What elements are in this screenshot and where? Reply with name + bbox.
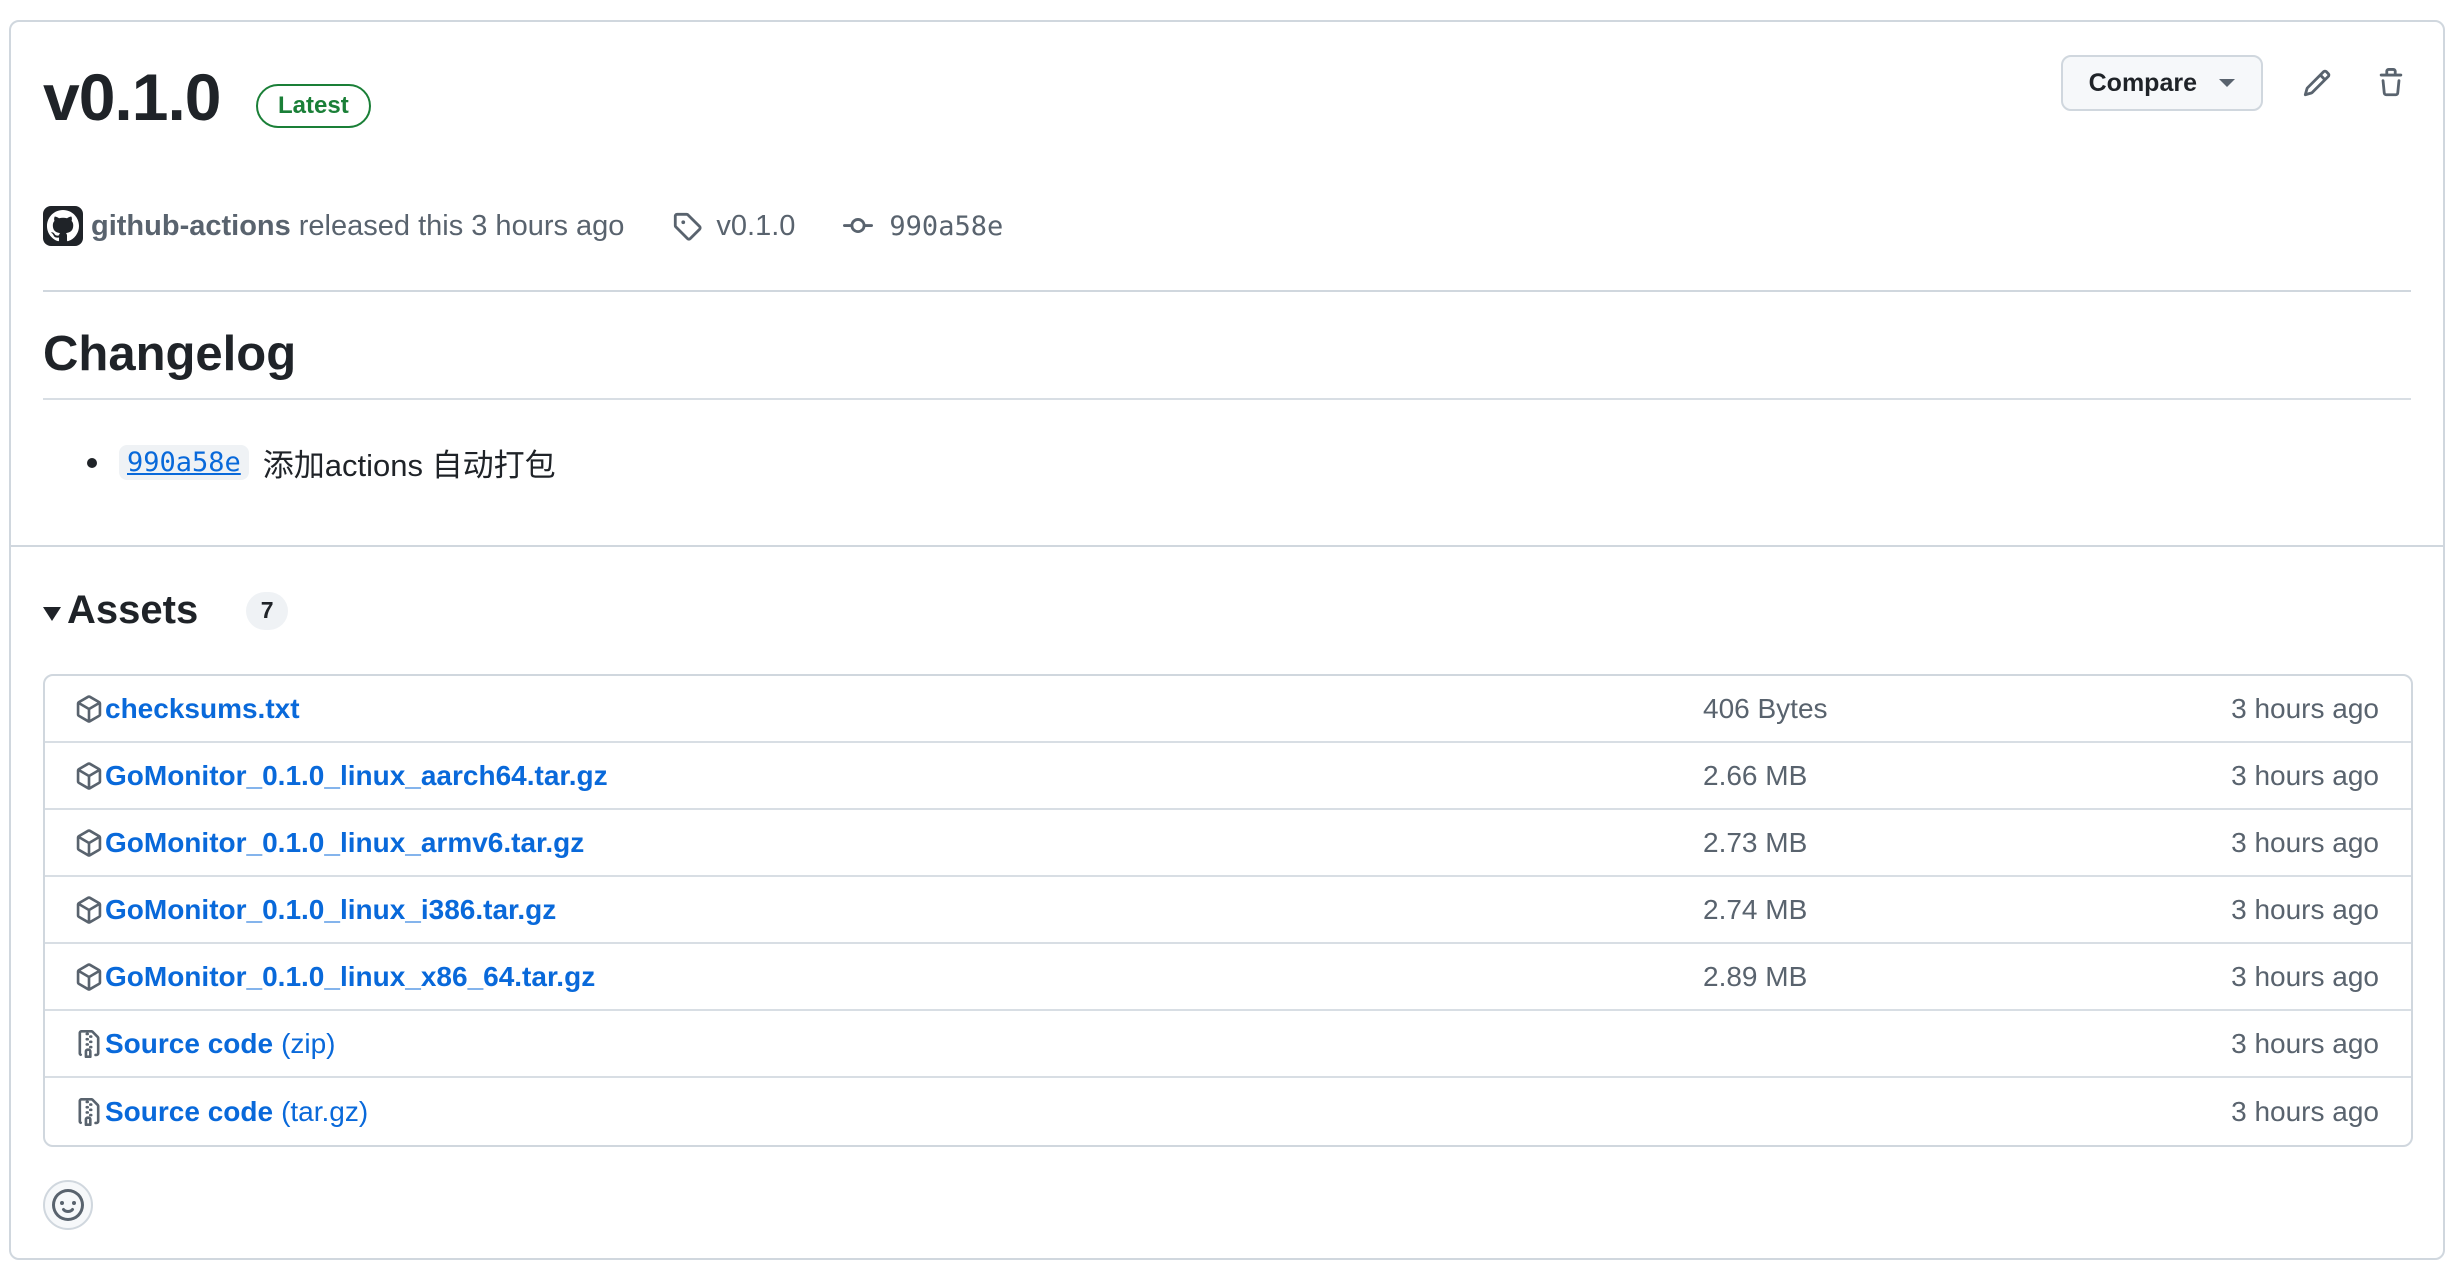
assets-toggle[interactable]: Assets 7 [43,588,289,633]
asset-row: GoMonitor_0.1.0_linux_x86_64.tar.gz 2.89… [45,944,2411,1011]
asset-row: Source code (tar.gz) 3 hours ago [45,1078,2411,1145]
asset-time: 3 hours ago [2231,1095,2379,1127]
github-logo-icon [47,210,79,242]
latest-badge: Latest [256,84,371,128]
asset-size: 406 Bytes [1703,692,1828,724]
package-icon [75,761,105,790]
asset-row: checksums.txt 406 Bytes 3 hours ago [45,676,2411,743]
asset-name-link[interactable]: Source code [105,1028,273,1060]
asset-name-link[interactable]: GoMonitor_0.1.0_linux_x86_64.tar.gz [105,961,595,993]
tag-label: v0.1.0 [716,209,796,242]
asset-size: 2.89 MB [1703,960,1808,992]
commit-sha: 990a58e [889,210,1004,242]
package-icon [75,962,105,991]
asset-row: GoMonitor_0.1.0_linux_aarch64.tar.gz 2.6… [45,743,2411,810]
pencil-icon [2303,69,2331,97]
smiley-icon [52,1189,84,1221]
changelog-heading: Changelog [43,327,297,381]
asset-suffix[interactable]: (tar.gz) [281,1096,368,1128]
release-header: v0.1.0 Latest Compare github-actions rel… [11,22,2443,547]
bullet-icon [87,457,97,468]
tag-link[interactable]: v0.1.0 [672,210,795,243]
asset-name-link[interactable]: Source code [105,1096,273,1128]
asset-row: GoMonitor_0.1.0_linux_armv6.tar.gz 2.73 … [45,810,2411,877]
asset-size: 2.74 MB [1703,893,1808,925]
asset-size: 2.73 MB [1703,826,1808,858]
release-title[interactable]: v0.1.0 [43,64,221,130]
package-icon [75,895,105,924]
package-icon [75,694,105,723]
package-icon [75,828,105,857]
asset-time: 3 hours ago [2231,893,2379,925]
git-commit-icon [843,218,874,234]
asset-name-link[interactable]: checksums.txt [105,693,300,725]
section-divider [43,290,2411,292]
changelog-item-text: 添加actions 自动打包 [262,448,556,483]
add-reaction-button[interactable] [43,1180,93,1230]
release-card: v0.1.0 Latest Compare github-actions rel… [9,20,2445,1260]
asset-time: 3 hours ago [2231,960,2379,992]
author-link[interactable]: github-actions [91,210,291,243]
asset-time: 3 hours ago [2231,759,2379,791]
file-zip-icon [75,1097,105,1126]
commit-link[interactable]: 990a58e [843,211,1003,242]
changelog-item: 990a58e 添加actions 自动打包 [87,440,556,485]
compare-label: Compare [2088,68,2197,97]
asset-suffix[interactable]: (zip) [281,1028,335,1060]
file-zip-icon [75,1029,105,1058]
heading-rule [43,398,2411,400]
trash-icon [2379,68,2403,97]
delete-button[interactable] [2371,63,2411,103]
compare-button[interactable]: Compare [2060,55,2263,111]
asset-row: GoMonitor_0.1.0_linux_i386.tar.gz 2.74 M… [45,877,2411,944]
asset-name-link[interactable]: GoMonitor_0.1.0_linux_aarch64.tar.gz [105,760,608,792]
asset-name-link[interactable]: GoMonitor_0.1.0_linux_i386.tar.gz [105,894,556,926]
release-meta: github-actions released this 3 hours ago… [43,204,1003,248]
triangle-down-icon [43,606,61,621]
assets-list: checksums.txt 406 Bytes 3 hours ago GoMo… [43,674,2413,1147]
asset-row: Source code (zip) 3 hours ago [45,1011,2411,1078]
asset-time: 3 hours ago [2231,1027,2379,1059]
changelog-commit-link[interactable]: 990a58e [119,445,249,480]
asset-name-link[interactable]: GoMonitor_0.1.0_linux_armv6.tar.gz [105,827,584,859]
asset-time: 3 hours ago [2231,826,2379,858]
edit-button[interactable] [2297,63,2337,103]
avatar[interactable] [43,206,83,246]
assets-count-badge: 7 [246,591,289,630]
tag-icon [674,212,703,241]
released-text: released this 3 hours ago [298,209,625,242]
release-actions: Compare [2060,55,2411,111]
assets-heading: Assets [67,588,199,632]
chevron-down-icon [2219,79,2235,87]
asset-size: 2.66 MB [1703,759,1808,791]
asset-time: 3 hours ago [2231,692,2379,724]
